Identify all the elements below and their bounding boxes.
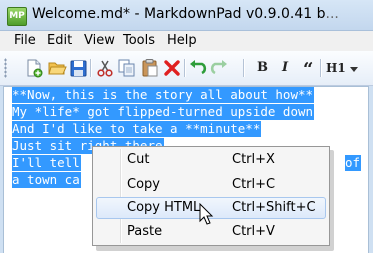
redo-button[interactable] [209, 58, 229, 78]
context-menu: Cut Ctrl+X Copy Ctrl+C Copy HTML Ctrl+Sh… [92, 146, 330, 246]
toolbar-separator [90, 59, 92, 77]
menu-item-label: Cut [127, 152, 150, 167]
delete-button[interactable] [162, 58, 182, 78]
toolbar-separator [184, 59, 186, 77]
undo-arrow-icon [190, 60, 207, 75]
scissors-icon [97, 60, 113, 77]
menu-bar: File Edit View Tools Help [0, 31, 373, 51]
menu-item-shortcut: Ctrl+Shift+C [232, 200, 316, 215]
copy-button[interactable] [117, 58, 137, 78]
save-button[interactable] [68, 58, 88, 78]
menu-edit[interactable]: Edit [47, 33, 72, 48]
red-x-icon [164, 60, 180, 76]
new-document-icon [27, 59, 43, 78]
title-bar[interactable]: MP Welcome.md* - MarkdownPad v0.9.0.41 b… [0, 0, 373, 31]
redo-arrow-icon [210, 60, 227, 75]
heading-button[interactable]: H1 [326, 58, 346, 78]
editor-line[interactable]: a town ca [12, 172, 81, 188]
editor-line[interactable]: And I'd like to take a **minute** [12, 121, 262, 137]
menu-item-shortcut: Ctrl+V [232, 224, 275, 239]
context-menu-item-cut[interactable]: Cut Ctrl+X [96, 149, 326, 171]
context-menu-item-copy[interactable]: Copy Ctrl+C [96, 174, 326, 196]
editor-line[interactable]: **Now, this is the story all about how** [12, 87, 315, 103]
menu-item-shortcut: Ctrl+C [232, 177, 276, 192]
cut-button[interactable] [95, 58, 115, 78]
menu-view[interactable]: View [84, 33, 115, 48]
chevron-down-icon[interactable] [350, 67, 358, 72]
menu-item-label: Copy [127, 177, 160, 192]
toolbar: B I “ H1 [0, 51, 373, 86]
save-disk-icon [70, 60, 87, 77]
window-title-overflow: ... [325, 6, 339, 22]
undo-button[interactable] [188, 58, 208, 78]
copy-icon [118, 59, 135, 77]
new-document-button[interactable] [24, 58, 44, 78]
paste-button[interactable] [140, 58, 160, 78]
window-title: Welcome.md* - MarkdownPad v0.9.0.41 b... [32, 6, 339, 22]
clipboard-icon [142, 59, 158, 77]
editor-line[interactable]: My *life* got flipped-turned upside down [12, 104, 315, 120]
menu-file[interactable]: File [14, 33, 36, 48]
toolbar-grip[interactable] [4, 58, 7, 78]
menu-item-shortcut: Ctrl+X [232, 152, 275, 167]
mouse-cursor-icon [199, 203, 214, 225]
quote-button[interactable]: “ [303, 60, 313, 80]
editor-line[interactable]: I'll tell [12, 155, 81, 171]
bold-button[interactable]: B [257, 58, 268, 78]
window-title-text: Welcome.md* - MarkdownPad v0.9.0.41 b [32, 6, 326, 22]
toolbar-separator [320, 59, 322, 77]
open-folder-button[interactable] [47, 58, 67, 78]
folder-open-icon [48, 62, 67, 75]
menu-item-label: Copy HTML [127, 200, 201, 215]
menu-help[interactable]: Help [167, 33, 197, 48]
italic-button[interactable]: I [282, 58, 288, 78]
editor-line-tail[interactable]: of [345, 155, 362, 171]
markdownpad-window: MP Welcome.md* - MarkdownPad v0.9.0.41 b… [0, 0, 373, 253]
app-icon[interactable]: MP [7, 7, 27, 26]
toolbar-separator [243, 59, 245, 77]
menu-tools[interactable]: Tools [123, 33, 155, 48]
menu-item-label: Paste [127, 224, 163, 239]
